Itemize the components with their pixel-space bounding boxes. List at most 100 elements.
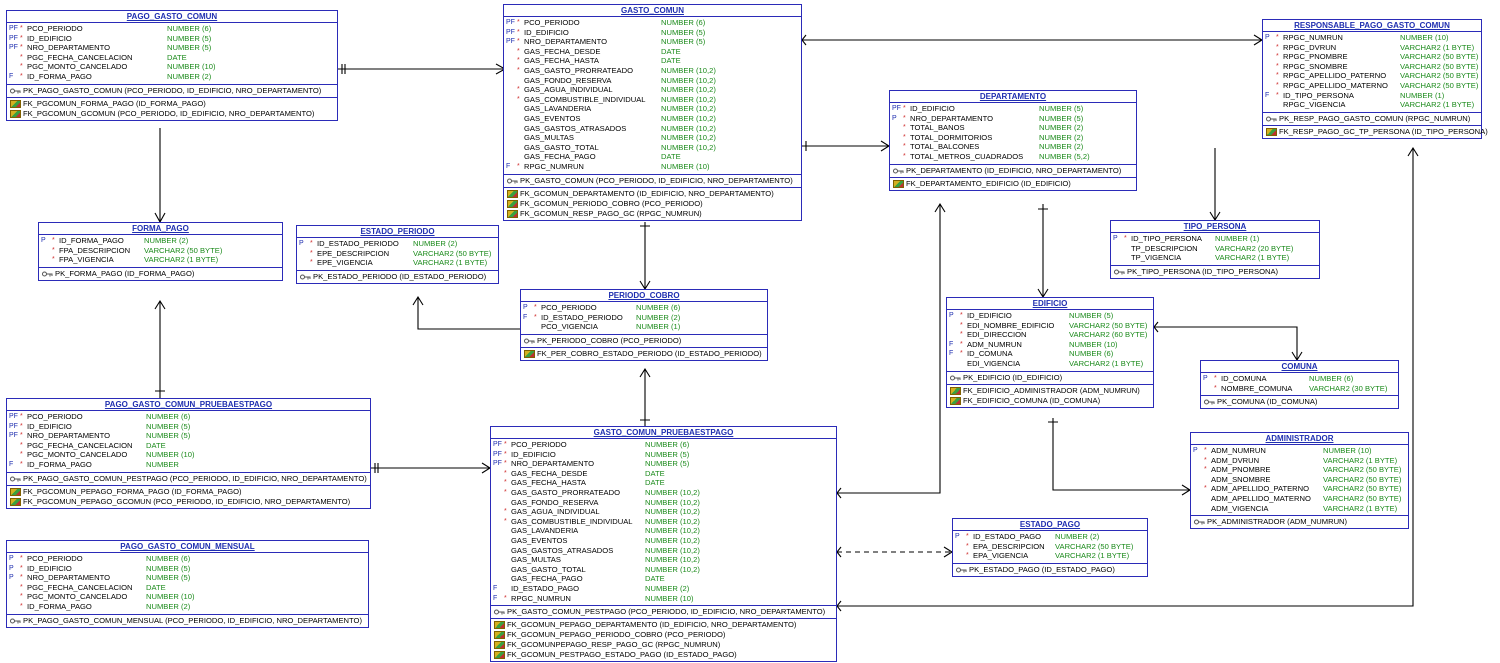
- required-marker: *: [20, 555, 23, 562]
- table-edificio[interactable]: EDIFICIO P * ID_EDIFICIO NUMBER (5) * EDI_NOMB…: [946, 297, 1154, 408]
- column-name: NOMBRE_COMUNA: [1221, 383, 1293, 393]
- foreign-key-section: FK_PGCOMUN_FORMA_PAGO (ID_FORMA_PAGO) FK_…: [7, 96, 337, 120]
- column-type: VARCHAR2 (1 BYTE): [1215, 253, 1290, 263]
- table-responsable-pago[interactable]: RESPONSABLE_PAGO_GASTO_COMUN P * RPGC_NUMRU…: [1262, 19, 1488, 139]
- required-marker: *: [1276, 62, 1279, 70]
- foreign-key: FK_GCOMUN_RESP_PAGO_GC (RPGC_NUMRUN): [504, 209, 801, 219]
- column-row: * RPGC_PNOMBRE VARCHAR2 (50 BYTE): [1263, 52, 1481, 62]
- column-row: * EDI_DIRECCION VARCHAR2 (60 BYTE): [947, 330, 1153, 340]
- table-gc-pruebaestpago[interactable]: GASTO_COMUN_PRUEBAESTPAGO PF * PCO_PERIODO N…: [490, 426, 837, 663]
- column-name: TOTAL_BANOS: [910, 123, 965, 133]
- foreign-key-label: FK_PER_COBRO_ESTADO_PERIODO (ID_ESTADO_P…: [537, 348, 762, 358]
- required-marker: *: [903, 143, 906, 151]
- column-name: ID_EDIFICIO: [524, 27, 569, 37]
- table-title: ESTADO_PAGO: [953, 519, 1147, 531]
- table-pgc-pruebaestpago[interactable]: PAGO_GASTO_COMUN_PRUEBAESTPAGO PF * PCO_PER…: [6, 398, 371, 509]
- primary-key-section: PK_DEPARTAMENTO (ID_EDIFICIO, NRO_DEPART…: [890, 163, 1136, 177]
- key-icon: [507, 178, 518, 183]
- table-forma-pago[interactable]: FORMA_PAGO P * ID_FORMA_PAGO NUMBER (2) * FPA_…: [38, 222, 283, 281]
- foreign-key-section: FK_RESP_PAGO_GC_TP_PERSONA (ID_TIPO_PERS…: [1263, 124, 1488, 138]
- column-name: PGC_MONTO_CANCELADO: [27, 450, 128, 460]
- column-type: NUMBER (6): [1069, 349, 1114, 359]
- column-type: NUMBER (10,2): [645, 516, 700, 526]
- column-row: * ADM_PNOMBRE VARCHAR2 (50 BYTE): [1191, 465, 1408, 475]
- table-comuna[interactable]: COMUNA P * ID_COMUNA NUMBER (6) * NOMBRE_COMUN…: [1200, 360, 1399, 410]
- required-marker: *: [960, 340, 963, 348]
- required-marker: *: [517, 28, 520, 36]
- required-marker: *: [504, 508, 507, 516]
- required-marker: *: [1276, 72, 1279, 80]
- column-type: NUMBER (5,2): [1039, 151, 1090, 161]
- column-row: P * ID_TIPO_PERSONA NUMBER (1): [1111, 234, 1319, 244]
- column-type: VARCHAR2 (50 BYTE): [1400, 71, 1479, 81]
- column-type: NUMBER (10,2): [645, 535, 700, 545]
- column-type: DATE: [146, 582, 166, 592]
- required-marker: *: [20, 34, 23, 42]
- column-row: * GAS_FECHA_HASTA DATE: [504, 56, 801, 66]
- foreign-key-label: FK_EDIFICIO_ADMINISTRADOR (ADM_NUMRUN): [963, 385, 1140, 395]
- column-type: NUMBER (10,2): [661, 104, 716, 114]
- table-title: GASTO_COMUN_PRUEBAESTPAGO: [491, 427, 836, 439]
- table-estado-periodo[interactable]: ESTADO_PERIODO P * ID_ESTADO_PERIODO NUMBER …: [296, 225, 499, 284]
- table-title: RESPONSABLE_PAGO_GASTO_COMUN: [1263, 20, 1481, 32]
- column-row: * ID_FORMA_PAGO NUMBER (2): [7, 602, 368, 612]
- column-name: GAS_AGUA_INDIVIDUAL: [524, 85, 613, 95]
- foreign-key-icon: [1266, 127, 1277, 136]
- column-row: * EPE_VIGENCIA VARCHAR2 (1 BYTE): [297, 258, 498, 268]
- column-row: * GAS_FECHA_DESDE DATE: [504, 47, 801, 57]
- table-departamento[interactable]: DEPARTAMENTO PF * ID_EDIFICIO NUMBER (5) P * NR…: [889, 90, 1137, 191]
- required-marker: *: [20, 25, 23, 32]
- table-title: EDIFICIO: [947, 298, 1153, 310]
- column-type: NUMBER (10,2): [645, 507, 700, 517]
- table-periodo-cobro[interactable]: PERIODO_COBRO P * PCO_PERIODO NUMBER (6) F * ID…: [520, 289, 768, 361]
- required-marker: *: [20, 583, 23, 591]
- foreign-key: FK_GCOMUN_PERIODO_COBRO (PCO_PERIODO): [504, 199, 801, 209]
- key-flag: F: [493, 584, 498, 592]
- required-marker: *: [1204, 456, 1207, 464]
- column-type: VARCHAR2 (50 BYTE): [1323, 465, 1402, 475]
- column-row: P * ID_COMUNA NUMBER (6): [1201, 374, 1398, 384]
- column-row: GAS_LAVANDERIA NUMBER (10,2): [491, 526, 836, 536]
- table-tipo-persona[interactable]: TIPO_PERSONA P * ID_TIPO_PERSONA NUMBER (1) T…: [1110, 220, 1320, 279]
- column-row: * EPA_DESCRIPCION VARCHAR2 (50 BYTE): [953, 542, 1147, 552]
- primary-key-label: PK_PERIODO_COBRO (PCO_PERIODO): [537, 335, 682, 345]
- column-type: NUMBER (10,2): [661, 123, 716, 133]
- column-name: ID_ESTADO_PAGO: [973, 532, 1042, 541]
- foreign-key: FK_PGCOMUN_PEPAGO_FORMA_PAGO (ID_FORMA_P…: [7, 487, 370, 497]
- column-name: TP_DESCRIPCION: [1131, 243, 1198, 253]
- required-marker: *: [20, 602, 23, 610]
- column-row: TP_VIGENCIA VARCHAR2 (1 BYTE): [1111, 253, 1319, 263]
- column-name: GAS_GASTO_TOTAL: [511, 564, 586, 574]
- link-gcp-depto: [837, 204, 941, 494]
- column-type: VARCHAR2 (50 BYTE): [413, 248, 492, 258]
- required-marker: *: [534, 304, 537, 311]
- column-row: RPGC_VIGENCIA VARCHAR2 (1 BYTE): [1263, 100, 1481, 110]
- column-type: VARCHAR2 (50 BYTE): [144, 245, 223, 255]
- column-type: NUMBER (6): [167, 24, 212, 33]
- foreign-key: FK_DEPARTAMENTO_EDIFICIO (ID_EDIFICIO): [890, 179, 1136, 189]
- column-row: PF * ID_EDIFICIO NUMBER (5): [504, 28, 801, 38]
- primary-key: PK_FORMA_PAGO (ID_FORMA_PAGO): [39, 269, 282, 279]
- column-name: GAS_FECHA_PAGO: [511, 574, 583, 584]
- column-list: P * ID_ESTADO_PAGO NUMBER (2) * EPA_DESCRIPCI…: [953, 531, 1147, 563]
- column-name: FPA_DESCRIPCION: [59, 245, 131, 255]
- required-marker: *: [20, 72, 23, 80]
- foreign-key-icon: [507, 209, 518, 218]
- table-administrador[interactable]: ADMINISTRADOR P * ADM_NUMRUN NUMBER (10) * ADM…: [1190, 432, 1409, 530]
- column-type: NUMBER (2): [1039, 123, 1084, 133]
- column-name: PCO_PERIODO: [27, 412, 83, 421]
- column-name: GAS_EVENTOS: [524, 113, 581, 123]
- table-pgc-mensual[interactable]: PAGO_GASTO_COMUN_MENSUAL P * PCO_PERIODO NUM…: [6, 540, 369, 628]
- table-gasto-comun[interactable]: GASTO_COMUN PF * PCO_PERIODO NUMBER (6) PF * ID…: [503, 4, 802, 221]
- table-estado-pago[interactable]: ESTADO_PAGO P * ID_ESTADO_PAGO NUMBER (2) * EP…: [952, 518, 1148, 577]
- column-type: NUMBER (10,2): [645, 545, 700, 555]
- primary-key: PK_PAGO_GASTO_COMUN_PESTPAGO (PCO_PERIOD…: [7, 474, 370, 484]
- column-type: VARCHAR2 (20 BYTE): [1215, 243, 1294, 253]
- table-pago-gasto-comun[interactable]: PAGO_GASTO_COMUN PF * PCO_PERIODO NUMBER (6)…: [6, 10, 338, 121]
- column-name: ADM_APELLIDO_MATERNO: [1211, 493, 1311, 503]
- column-row: * GAS_FECHA_HASTA DATE: [491, 478, 836, 488]
- column-name: GAS_FONDO_RESERVA: [524, 75, 612, 85]
- column-name: ID_EDIFICIO: [27, 421, 72, 431]
- column-type: NUMBER (10,2): [645, 526, 700, 536]
- column-row: GAS_FONDO_RESERVA NUMBER (10,2): [491, 498, 836, 508]
